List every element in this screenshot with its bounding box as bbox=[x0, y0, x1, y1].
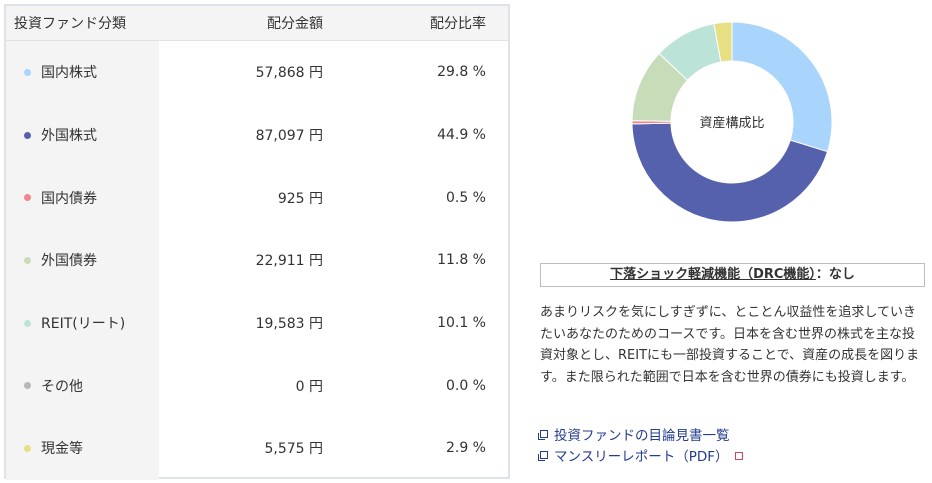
legend-dot bbox=[24, 131, 31, 139]
amount-cell: 925 円 bbox=[277, 190, 323, 207]
ratio-cell: 44.9 % bbox=[437, 127, 486, 144]
course-description: あまりリスクを気にしすぎずに、とことん収益性を追求していきたいあなたのためのコー… bbox=[540, 305, 920, 385]
drc-status: 下落ショック軽減機能（DRC機能）：なし bbox=[540, 263, 925, 287]
ratio-cell: 0.0 % bbox=[445, 377, 486, 394]
monthly-report-link[interactable]: マンスリーレポート（PDF） bbox=[538, 444, 743, 465]
amount-cell: 22,911 円 bbox=[255, 253, 323, 270]
table-row: 現金等 5,575 円 2.9 % bbox=[6, 417, 508, 480]
ratio-cell: 29.8 % bbox=[437, 64, 486, 81]
table-row: 外国債券 22,911 円 11.8 % bbox=[6, 229, 508, 292]
drc-value: ：なし bbox=[815, 267, 855, 282]
category-cell: 現金等 bbox=[6, 417, 159, 480]
category-cell: その他 bbox=[6, 354, 159, 418]
allocation-table-panel: 投資ファンド分類 配分金額 配分比率 国内株式 57,868 円 29.8 % 外国株… bbox=[4, 4, 510, 480]
category-name: 外国債券 bbox=[41, 253, 97, 270]
category-name: 国内株式 bbox=[41, 65, 97, 82]
asset-allocation-donut-chart: 資産構成比 bbox=[632, 22, 832, 222]
amount-cell: 5,575 円 bbox=[264, 441, 323, 458]
ratio-cell: 0.5 % bbox=[445, 189, 486, 206]
table-header-row: 投資ファンド分類 配分金額 配分比率 bbox=[6, 6, 508, 41]
category-cell: 国内株式 bbox=[6, 40, 159, 104]
category-name: 現金等 bbox=[41, 441, 83, 458]
legend-dot bbox=[24, 68, 31, 76]
ratio-cell: 11.8 % bbox=[437, 252, 486, 269]
table-row: 国内株式 57,868 円 29.8 % bbox=[6, 40, 508, 104]
legend-dot bbox=[24, 319, 31, 327]
category-cell: REIT(リート) bbox=[6, 291, 159, 355]
category-name: その他 bbox=[41, 378, 83, 395]
links: 投資ファンドの目論見書一覧 マンスリーレポート（PDF） bbox=[538, 423, 743, 465]
monthly-report-link-label[interactable]: マンスリーレポート（PDF） bbox=[554, 445, 729, 465]
external-link-icon bbox=[538, 429, 548, 440]
donut-slice bbox=[731, 22, 832, 153]
category-cell: 外国株式 bbox=[6, 103, 159, 167]
chart-center-label: 資産構成比 bbox=[699, 115, 764, 131]
header-category: 投資ファンド分類 bbox=[6, 6, 159, 41]
header-ratio: 配分比率 bbox=[335, 6, 508, 41]
amount-cell: 19,583 円 bbox=[255, 316, 323, 333]
category-cell: 外国債券 bbox=[6, 229, 159, 292]
ratio-cell: 10.1 % bbox=[437, 315, 486, 332]
table-row: 国内債券 925 円 0.5 % bbox=[6, 166, 508, 230]
legend-dot bbox=[24, 194, 31, 202]
header-amount: 配分金額 bbox=[159, 6, 335, 41]
amount-cell: 57,868 円 bbox=[255, 65, 323, 82]
table-row: その他 0 円 0.0 % bbox=[6, 354, 508, 418]
prospectus-link-label[interactable]: 投資ファンドの目論見書一覧 bbox=[554, 424, 730, 444]
external-link-icon bbox=[538, 450, 548, 461]
category-cell: 国内債券 bbox=[6, 166, 159, 230]
category-name: REIT(リート) bbox=[41, 316, 126, 333]
prospectus-link[interactable]: 投資ファンドの目論見書一覧 bbox=[538, 423, 743, 444]
table-row: 外国株式 87,097 円 44.9 % bbox=[6, 103, 508, 167]
amount-cell: 0 円 bbox=[295, 378, 323, 395]
table-row: REIT(リート) 19,583 円 10.1 % bbox=[6, 291, 508, 355]
legend-dot bbox=[24, 444, 31, 452]
legend-dot bbox=[24, 256, 31, 264]
pdf-icon bbox=[734, 451, 743, 460]
legend-dot bbox=[24, 382, 31, 390]
drc-label: 下落ショック軽減機能（DRC機能） bbox=[610, 267, 816, 282]
category-name: 外国株式 bbox=[41, 128, 97, 145]
allocation-table: 投資ファンド分類 配分金額 配分比率 国内株式 57,868 円 29.8 % 外国株… bbox=[6, 6, 508, 480]
ratio-cell: 2.9 % bbox=[445, 440, 486, 457]
amount-cell: 87,097 円 bbox=[255, 128, 323, 145]
category-name: 国内債券 bbox=[41, 190, 97, 207]
